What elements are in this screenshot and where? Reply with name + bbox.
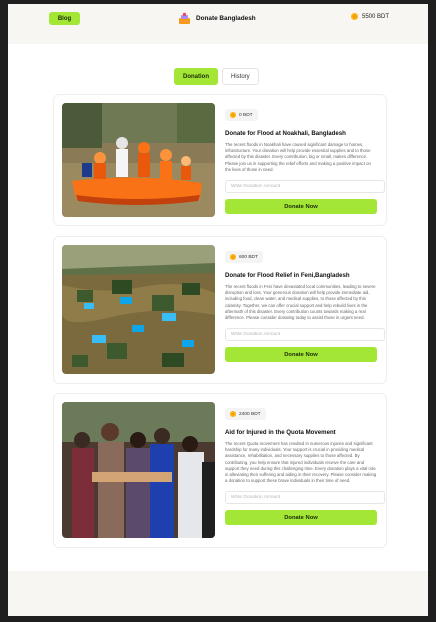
donate-logo-icon bbox=[179, 12, 190, 24]
card-title: Donate for Flood Relief in Feni,Banglade… bbox=[225, 272, 350, 279]
coin-icon bbox=[230, 411, 236, 417]
donation-card-noakhali: 0 BDT Donate for Flood at Noakhali, Bang… bbox=[53, 94, 387, 226]
amount-text: 0 BDT bbox=[239, 112, 253, 118]
tab-donation[interactable]: Donation bbox=[174, 68, 218, 85]
raised-amount: 600 BDT bbox=[225, 251, 263, 263]
card-content: 0 BDT Donate for Flood at Noakhali, Bang… bbox=[225, 105, 385, 215]
aerial-flood-photo bbox=[62, 245, 215, 374]
raised-amount: 2400 BDT bbox=[225, 408, 266, 420]
footer bbox=[8, 571, 428, 616]
crowd-protest-photo bbox=[62, 402, 215, 538]
donation-amount-input[interactable] bbox=[225, 180, 385, 194]
tab-history[interactable]: History bbox=[222, 68, 259, 85]
amount-text: 2400 BDT bbox=[239, 411, 261, 417]
raised-amount: 0 BDT bbox=[225, 109, 258, 121]
donate-now-button[interactable]: Donate Now bbox=[225, 510, 377, 526]
coin-icon bbox=[351, 13, 358, 20]
page-frame: Blog Donate Bangladesh 5500 BDT Donation… bbox=[8, 4, 428, 616]
amount-text: 600 BDT bbox=[239, 254, 258, 260]
donation-card-quota: 2400 BDT Aid for Injured in the Quota Mo… bbox=[53, 393, 387, 548]
card-content: 600 BDT Donate for Flood Relief in Feni,… bbox=[225, 247, 385, 363]
card-content: 2400 BDT Aid for Injured in the Quota Mo… bbox=[225, 404, 385, 526]
card-title: Aid for Injured in the Quota Movement bbox=[225, 429, 336, 436]
donation-amount-input[interactable] bbox=[225, 328, 385, 342]
card-description: The recent Quota movement has resulted i… bbox=[225, 441, 377, 484]
rescue-boat-photo bbox=[62, 103, 215, 217]
balance-amount: 5500 BDT bbox=[362, 13, 390, 20]
tab-bar: Donation History bbox=[174, 68, 259, 85]
top-navbar: Blog Donate Bangladesh 5500 BDT bbox=[8, 4, 428, 44]
coin-icon bbox=[230, 112, 236, 118]
card-description: The recent floods in Feni have devastate… bbox=[225, 284, 376, 321]
donation-amount-input[interactable] bbox=[225, 491, 385, 505]
donate-now-button[interactable]: Donate Now bbox=[225, 347, 377, 363]
donate-now-button[interactable]: Donate Now bbox=[225, 199, 377, 215]
card-description: The recent floods in Noakhali have cause… bbox=[225, 142, 371, 172]
brand-title: Donate Bangladesh bbox=[196, 15, 256, 22]
coin-icon bbox=[230, 254, 236, 260]
balance: 5500 BDT bbox=[351, 13, 389, 20]
donation-card-feni: 600 BDT Donate for Flood Relief in Feni,… bbox=[53, 236, 387, 384]
brand[interactable]: Donate Bangladesh bbox=[178, 11, 256, 26]
card-title: Donate for Flood at Noakhali, Bangladesh bbox=[225, 130, 346, 137]
blog-button[interactable]: Blog bbox=[49, 12, 80, 25]
